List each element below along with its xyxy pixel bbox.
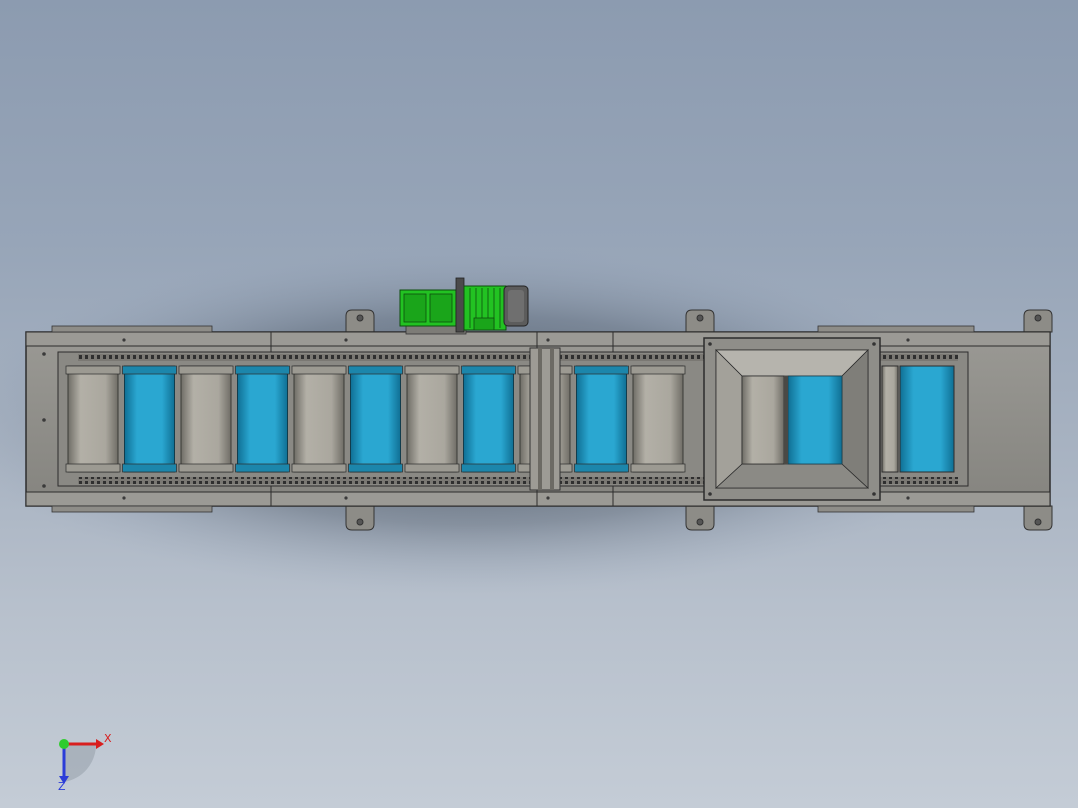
flight-blue: [235, 365, 290, 473]
x-axis-label: X: [104, 732, 112, 745]
flight-gray: [404, 365, 460, 473]
inlet-hopper[interactable]: [703, 337, 881, 501]
z-axis-label: Z: [58, 780, 66, 793]
flight-blue: [122, 365, 177, 473]
model-view[interactable]: X Z: [0, 0, 1078, 808]
flight-gray: [178, 365, 234, 473]
flight-gray: [630, 365, 686, 473]
flight-blue: [461, 365, 516, 473]
flight-gray: [291, 365, 347, 473]
center-shaft: [529, 347, 561, 491]
graphics-viewport[interactable]: X Z: [0, 0, 1078, 808]
coordinate-triad: X Z: [58, 732, 112, 793]
flight-blue: [348, 365, 403, 473]
flight-blue: [574, 365, 629, 473]
flight-gray: [65, 365, 121, 473]
flight-blue: [899, 365, 955, 473]
flight-gray: [881, 365, 899, 473]
